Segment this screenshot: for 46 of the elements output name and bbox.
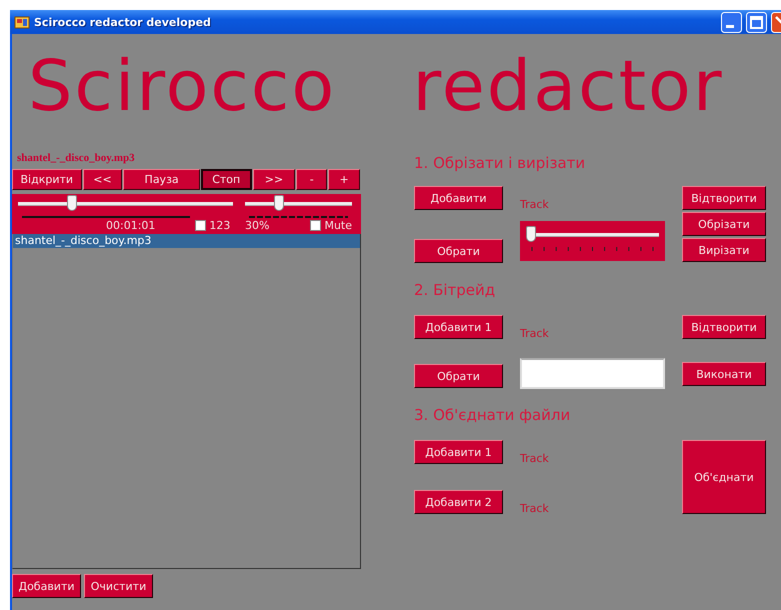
player-button[interactable]: + xyxy=(328,169,360,190)
add-button[interactable]: Добавити 1 xyxy=(414,440,503,464)
checkbox[interactable] xyxy=(195,220,206,231)
maximize-icon[interactable] xyxy=(746,12,767,32)
action-button[interactable]: Вирізати xyxy=(682,238,766,262)
track-label: Track xyxy=(520,502,550,515)
track-label: Track xyxy=(520,198,549,211)
checkbox[interactable] xyxy=(310,220,322,231)
action-button[interactable]: Виконати xyxy=(682,362,766,386)
action-button[interactable]: Відтворити xyxy=(682,315,766,339)
slider-thumb[interactable] xyxy=(526,226,536,242)
app-icon xyxy=(14,15,30,29)
playlist-button[interactable]: Очистити xyxy=(84,574,153,598)
input-field[interactable] xyxy=(520,358,665,389)
time-display: 00:01:01 xyxy=(106,219,156,232)
playlist-item[interactable]: shantel_-_disco_boy.mp3 xyxy=(13,234,360,248)
merge-button[interactable]: Об'єднати xyxy=(682,440,766,514)
player-button[interactable]: >> xyxy=(252,169,296,190)
slider-thumb[interactable] xyxy=(274,195,284,211)
playlist-button[interactable]: Добавити xyxy=(12,574,81,598)
minimize-icon[interactable] xyxy=(721,12,742,32)
select-button[interactable]: Обрати xyxy=(414,364,503,388)
add-button[interactable]: Добавити 2 xyxy=(414,490,503,514)
track-label: Track xyxy=(520,327,550,340)
player-button[interactable]: Пауза xyxy=(123,169,200,190)
player-button[interactable]: - xyxy=(296,169,328,190)
action-button[interactable]: Відтворити xyxy=(682,186,766,210)
volume-reading: 30% xyxy=(245,219,270,232)
app-title-text: Scirocco redactor xyxy=(28,48,724,125)
file-name: shantel_-_disco_boy.mp3 xyxy=(16,151,135,166)
slider-thumb[interactable] xyxy=(67,195,78,211)
close-icon[interactable] xyxy=(771,12,781,32)
action-button[interactable]: Обрізати xyxy=(682,212,766,236)
section-heading: 1. Обрізати і вирізати xyxy=(414,154,586,172)
section-heading: 3. Об'єднати файли xyxy=(414,406,570,424)
player-button[interactable]: << xyxy=(82,169,122,190)
window-title: Scirocco redactor developed xyxy=(34,16,212,28)
select-button[interactable]: Обрати xyxy=(414,239,503,263)
add-button[interactable]: Добавити 1 xyxy=(414,315,503,339)
section-heading: 2. Бітрейд xyxy=(414,281,496,299)
player-button[interactable]: Відкрити xyxy=(12,169,82,190)
add-button[interactable]: Добавити xyxy=(414,186,503,210)
track-label: Track xyxy=(520,452,550,465)
player-button[interactable]: Стоп xyxy=(200,169,252,190)
checkbox-label: Mute xyxy=(324,219,352,232)
checkbox-label: 123 xyxy=(209,219,230,232)
